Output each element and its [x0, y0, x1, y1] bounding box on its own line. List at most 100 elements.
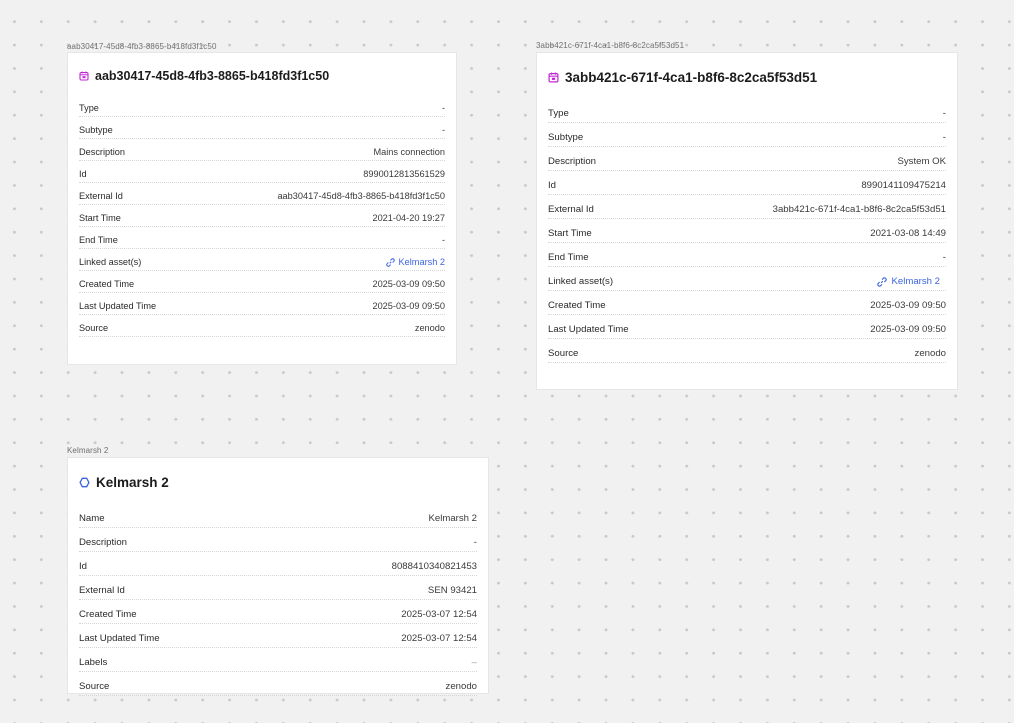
row-key: Description [79, 147, 131, 157]
calendar-event-icon [548, 72, 559, 83]
row-key: End Time [79, 235, 124, 245]
card-title: Kelmarsh 2 [96, 475, 169, 490]
row-description: Description System OK [548, 143, 946, 171]
row-linked-assets: Linked asset(s) Kelmarsh 2 [79, 245, 445, 271]
event-card-2[interactable]: 3abb421c-671f-4ca1-b8f6-8c2ca5f53d51 Typ… [536, 52, 958, 390]
row-value: 2025-03-07 12:54 [395, 609, 477, 620]
row-value: zenodo [439, 681, 477, 692]
row-value: 2025-03-07 12:54 [395, 633, 477, 644]
row-external-id: External Id SEN 93421 [79, 572, 477, 600]
row-key: Last Updated Time [79, 633, 166, 644]
row-key: Created Time [548, 300, 612, 311]
row-value: Mains connection [367, 147, 445, 157]
row-source: Source zenodo [79, 668, 477, 696]
row-source: Source zenodo [548, 335, 946, 363]
row-value: - [435, 103, 445, 113]
row-key: Linked asset(s) [79, 257, 148, 267]
row-key: Source [79, 681, 116, 692]
row-value: 3abb421c-671f-4ca1-b8f6-8c2ca5f53d51 [766, 204, 946, 215]
row-end-time: End Time - [79, 223, 445, 249]
row-key: Last Updated Time [548, 324, 635, 335]
row-value: 8990141109475214 [855, 180, 946, 191]
row-key: Id [79, 169, 93, 179]
row-created-time: Created Time 2025-03-09 09:50 [79, 267, 445, 293]
row-value: SEN 93421 [421, 585, 477, 596]
row-key: Start Time [548, 228, 598, 239]
row-value: System OK [891, 156, 946, 167]
row-value: 2021-03-08 14:49 [864, 228, 946, 239]
link-icon [385, 257, 395, 267]
linked-asset-label: Kelmarsh 2 [891, 276, 940, 287]
property-list: Type - Subtype - Description Mains connecti… [79, 91, 445, 337]
row-key: External Id [79, 191, 129, 201]
card-header: Kelmarsh 2 [79, 475, 477, 490]
row-key: External Id [79, 585, 131, 596]
row-key: Start Time [79, 213, 127, 223]
row-key: End Time [548, 252, 595, 263]
row-key: Last Updated Time [79, 301, 163, 311]
row-key: Description [548, 156, 602, 167]
row-end-time: End Time - [548, 239, 946, 267]
calendar-event-icon [79, 71, 89, 81]
row-value: zenodo [908, 348, 946, 359]
card-header: 3abb421c-671f-4ca1-b8f6-8c2ca5f53d51 [548, 70, 946, 85]
row-id: Id 8990141109475214 [548, 167, 946, 195]
row-key: Description [79, 537, 133, 548]
row-key: Created Time [79, 279, 141, 289]
row-start-time: Start Time 2021-04-20 19:27 [79, 201, 445, 227]
row-key: Source [79, 323, 115, 333]
row-value: zenodo [408, 323, 445, 333]
row-key: External Id [548, 204, 600, 215]
row-key: Type [548, 108, 575, 119]
row-value: - [435, 125, 445, 135]
asset-hexagon-icon [79, 477, 90, 488]
row-description: Description - [79, 524, 477, 552]
row-value: - [936, 252, 946, 263]
row-subtype: Subtype - [548, 119, 946, 147]
row-description: Description Mains connection [79, 135, 445, 161]
linked-asset-link[interactable]: Kelmarsh 2 [871, 276, 946, 287]
row-name: Name Kelmarsh 2 [79, 500, 477, 528]
row-created-time: Created Time 2025-03-09 09:50 [548, 287, 946, 315]
row-key: Type [79, 103, 105, 113]
event-card-1[interactable]: aab30417-45d8-4fb3-8865-b418fd3f1c50 Typ… [67, 52, 457, 365]
row-value: - [936, 108, 946, 119]
row-key: Created Time [79, 609, 143, 620]
row-last-updated-time: Last Updated Time 2025-03-07 12:54 [79, 620, 477, 648]
row-type: Type - [79, 91, 445, 117]
row-key: Id [79, 561, 94, 572]
row-value: 8088410340821453 [385, 561, 477, 572]
row-value: 8990012813561529 [357, 169, 445, 179]
card-header: aab30417-45d8-4fb3-8865-b418fd3f1c50 [79, 69, 445, 83]
row-source: Source zenodo [79, 311, 445, 337]
row-key: Labels [79, 657, 114, 668]
row-subtype: Subtype - [79, 113, 445, 139]
row-value: 2025-03-09 09:50 [366, 279, 445, 289]
row-value: 2025-03-09 09:50 [864, 300, 946, 311]
linked-asset-link[interactable]: Kelmarsh 2 [379, 257, 445, 267]
row-key: Subtype [79, 125, 119, 135]
frame-label-event-1: aab30417-45d8-4fb3-8865-b418fd3f1c50 [67, 42, 217, 51]
row-key: Linked asset(s) [548, 276, 620, 287]
row-labels: Labels – [79, 644, 477, 672]
link-icon [877, 276, 888, 287]
row-start-time: Start Time 2021-03-08 14:49 [548, 215, 946, 243]
row-value: - [467, 537, 477, 548]
property-list: Type - Subtype - Description System OK Id 89… [548, 95, 946, 363]
row-value: 2021-04-20 19:27 [366, 213, 445, 223]
row-external-id: External Id aab30417-45d8-4fb3-8865-b418f… [79, 179, 445, 205]
row-key: Subtype [548, 132, 590, 143]
property-list: Name Kelmarsh 2 Description - Id 8088410340… [79, 500, 477, 696]
row-value: 2025-03-09 09:50 [366, 301, 445, 311]
row-key: Name [79, 513, 111, 524]
row-linked-assets: Linked asset(s) Kelmarsh 2 [548, 263, 946, 291]
row-external-id: External Id 3abb421c-671f-4ca1-b8f6-8c2ca… [548, 191, 946, 219]
asset-card[interactable]: Kelmarsh 2 Name Kelmarsh 2 Description - I… [67, 457, 489, 696]
row-value: - [936, 132, 946, 143]
row-value: Kelmarsh 2 [422, 513, 477, 524]
row-last-updated-time: Last Updated Time 2025-03-09 09:50 [79, 289, 445, 315]
row-value: 2025-03-09 09:50 [864, 324, 946, 335]
row-value: - [435, 235, 445, 245]
row-created-time: Created Time 2025-03-07 12:54 [79, 596, 477, 624]
row-id: Id 8088410340821453 [79, 548, 477, 576]
